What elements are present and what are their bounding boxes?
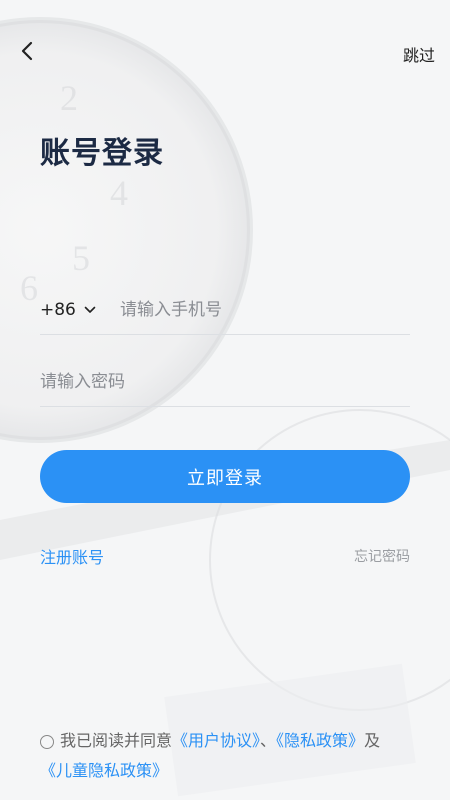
user-agreement-link[interactable]: 《用户协议》	[172, 731, 260, 750]
country-code-label: +86	[40, 300, 76, 320]
privacy-policy-link[interactable]: 《隐私政策》	[276, 731, 364, 750]
password-input[interactable]	[40, 372, 410, 392]
chevron-left-icon	[21, 41, 33, 61]
phone-input[interactable]	[120, 300, 410, 320]
login-button[interactable]: 立即登录	[40, 450, 410, 503]
agreement-and: 及	[364, 731, 381, 750]
child-privacy-policy-link[interactable]: 《儿童隐私政策》	[40, 761, 168, 780]
agreement-separator: 、	[260, 731, 277, 750]
forgot-password-link[interactable]: 忘记密码	[354, 546, 410, 566]
register-link[interactable]: 注册账号	[40, 544, 104, 568]
country-code-select[interactable]: +86	[40, 300, 120, 320]
chevron-down-icon	[84, 306, 96, 313]
agreement-radio[interactable]	[40, 735, 54, 749]
agreement-prefix: 我已阅读并同意	[60, 731, 173, 750]
skip-button[interactable]: 跳过	[403, 42, 435, 66]
password-field	[40, 358, 410, 407]
agreement-text: 我已阅读并同意《用户协议》、《隐私政策》及《儿童隐私政策》	[40, 726, 410, 786]
phone-field: +86	[40, 286, 410, 335]
back-button[interactable]	[14, 38, 42, 66]
page-title: 账号登录	[40, 136, 164, 171]
